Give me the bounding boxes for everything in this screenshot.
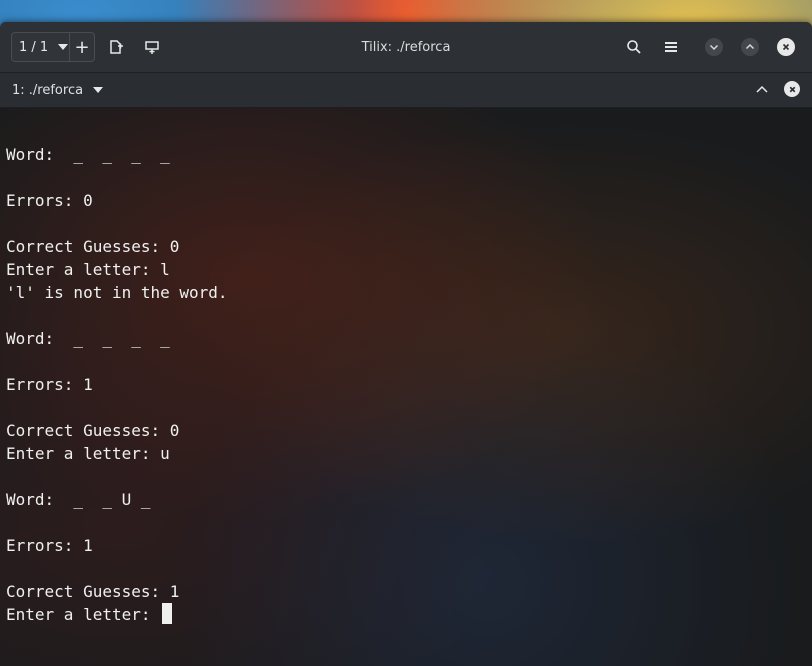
close-button[interactable]	[777, 38, 795, 56]
terminal-maximize-button[interactable]	[750, 78, 774, 102]
session-switcher: 1 / 1 +	[11, 32, 95, 62]
terminal-line-text: Word: _ _ U _	[6, 490, 151, 509]
terminal-line-text: Enter a letter:	[6, 605, 161, 624]
terminal-view[interactable]: Word: _ _ _ _ Errors: 0 Correct Guesses: 0…	[0, 108, 812, 666]
terminal-line-text: Errors: 1	[6, 375, 93, 394]
plus-icon: +	[74, 36, 90, 58]
terminal-line: Errors: 0	[6, 189, 228, 212]
chevron-up-icon	[745, 43, 755, 50]
terminal-line-text: Word: _ _ _ _	[6, 329, 170, 348]
terminal-output: Word: _ _ _ _ Errors: 0 Correct Guesses: 0…	[6, 120, 228, 626]
terminal-line: Errors: 1	[6, 373, 228, 396]
chevron-down-icon	[58, 44, 69, 50]
terminal-line-text: Enter a letter: l	[6, 260, 170, 279]
close-icon	[782, 43, 790, 51]
terminal-line: Errors: 1	[6, 534, 228, 557]
terminal-line: Enter a letter: u	[6, 442, 228, 465]
chevron-down-icon	[709, 44, 719, 51]
terminal-line: Word: _ _ _ _	[6, 327, 228, 350]
terminal-line: Word: _ _ _ _	[6, 143, 228, 166]
terminal-line: Enter a letter: l	[6, 258, 228, 281]
chevron-down-icon	[93, 87, 104, 93]
terminal-close-button[interactable]	[784, 81, 800, 97]
add-terminal-right-button[interactable]	[104, 35, 128, 59]
session-count-label: 1 / 1	[19, 39, 49, 55]
terminal-line: Correct Guesses: 0	[6, 235, 228, 258]
search-icon	[627, 40, 641, 54]
terminal-line-text: Correct Guesses: 1	[6, 582, 180, 601]
terminal-line: Word: _ _ U _	[6, 488, 228, 511]
terminal-title-label: 1: ./reforca	[12, 82, 84, 98]
add-session-button[interactable]: +	[70, 33, 94, 61]
terminal-line-text: Enter a letter: u	[6, 444, 170, 463]
add-terminal-down-icon	[145, 41, 159, 54]
add-terminal-right-icon	[110, 40, 123, 54]
add-terminal-down-button[interactable]	[140, 35, 164, 59]
minimize-button[interactable]	[705, 38, 723, 56]
terminal-line-text: Word: _ _ _ _	[6, 145, 170, 164]
terminal-line-text: Correct Guesses: 0	[6, 421, 180, 440]
terminal-line: Correct Guesses: 1	[6, 580, 228, 603]
tilix-window: 1 / 1 + Tilix: ./reforca 1: ./reforca Wo…	[0, 22, 812, 666]
menu-button[interactable]	[659, 35, 683, 59]
terminal-line: Enter a letter:	[6, 603, 228, 626]
terminal-tabbar: 1: ./reforca	[0, 73, 812, 108]
close-icon	[789, 86, 795, 92]
terminal-title-dropdown[interactable]: 1: ./reforca	[12, 73, 104, 107]
terminal-line-text: Errors: 0	[6, 191, 93, 210]
session-dropdown[interactable]: 1 / 1	[12, 33, 70, 61]
hamburger-menu-icon	[665, 42, 677, 52]
terminal-line-text: Correct Guesses: 0	[6, 237, 180, 256]
terminal-line: 'l' is not in the word.	[6, 281, 228, 304]
chevron-up-icon	[756, 85, 768, 93]
terminal-line-text: 'l' is not in the word.	[6, 283, 228, 302]
terminal-line-text: Errors: 1	[6, 536, 93, 555]
headerbar: 1 / 1 + Tilix: ./reforca	[0, 22, 812, 73]
terminal-line: Correct Guesses: 0	[6, 419, 228, 442]
terminal-cursor	[162, 603, 173, 624]
search-button[interactable]	[622, 35, 646, 59]
maximize-button[interactable]	[741, 38, 759, 56]
